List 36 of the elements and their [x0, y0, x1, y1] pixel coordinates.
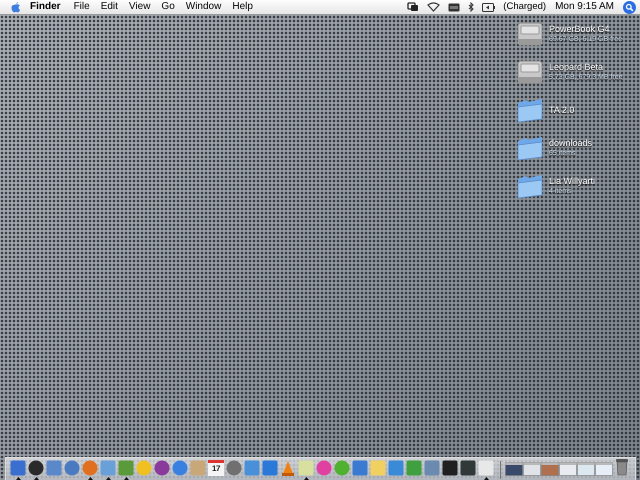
- apple-menu-icon[interactable]: [10, 1, 22, 13]
- hard-drive-icon[interactable]: [516, 58, 544, 86]
- minimized-window-icon[interactable]: [523, 462, 541, 476]
- display-mirror-icon[interactable]: [407, 2, 420, 12]
- bluetooth-icon[interactable]: [468, 2, 474, 12]
- traffic-cone-icon[interactable]: [280, 460, 296, 476]
- menu-item[interactable]: Edit: [100, 1, 118, 13]
- wifi-icon[interactable]: [427, 2, 440, 12]
- minimized-window-icon[interactable]: [595, 462, 613, 476]
- minimized-window-icon[interactable]: [541, 462, 559, 476]
- folder-icon[interactable]: [516, 96, 544, 124]
- icon-label[interactable]: downloads: [549, 138, 592, 149]
- menu-item[interactable]: Window: [186, 1, 222, 13]
- menu-item[interactable]: Finder: [30, 1, 61, 13]
- menu-item[interactable]: View: [128, 1, 150, 13]
- calendar-icon[interactable]: 17: [208, 460, 224, 476]
- minimized-window-icon[interactable]: [505, 462, 523, 476]
- trash-icon[interactable]: [615, 458, 629, 476]
- minimized-window-icon[interactable]: [577, 462, 595, 476]
- menu-item[interactable]: Help: [232, 1, 253, 13]
- search-icon[interactable]: [623, 0, 636, 14]
- minimized-window-icon[interactable]: [559, 462, 577, 476]
- keyboard-icon[interactable]: [448, 2, 460, 12]
- battery-icon[interactable]: [482, 2, 496, 12]
- app-icon[interactable]: [28, 460, 44, 476]
- folder-icon[interactable]: [516, 172, 544, 200]
- app-icon[interactable]: [460, 460, 476, 476]
- hard-drive-icon[interactable]: [516, 20, 544, 48]
- app-icon[interactable]: [154, 460, 170, 476]
- app-icon[interactable]: [442, 460, 458, 476]
- battery-status[interactable]: (Charged): [503, 1, 546, 13]
- menu-clock[interactable]: Mon 9:15 AM: [555, 1, 614, 13]
- folder-icon[interactable]: [516, 134, 544, 162]
- menu-item[interactable]: File: [74, 1, 90, 13]
- menu-item[interactable]: Go: [161, 1, 175, 13]
- icon-label[interactable]: TA 2.0: [549, 104, 574, 116]
